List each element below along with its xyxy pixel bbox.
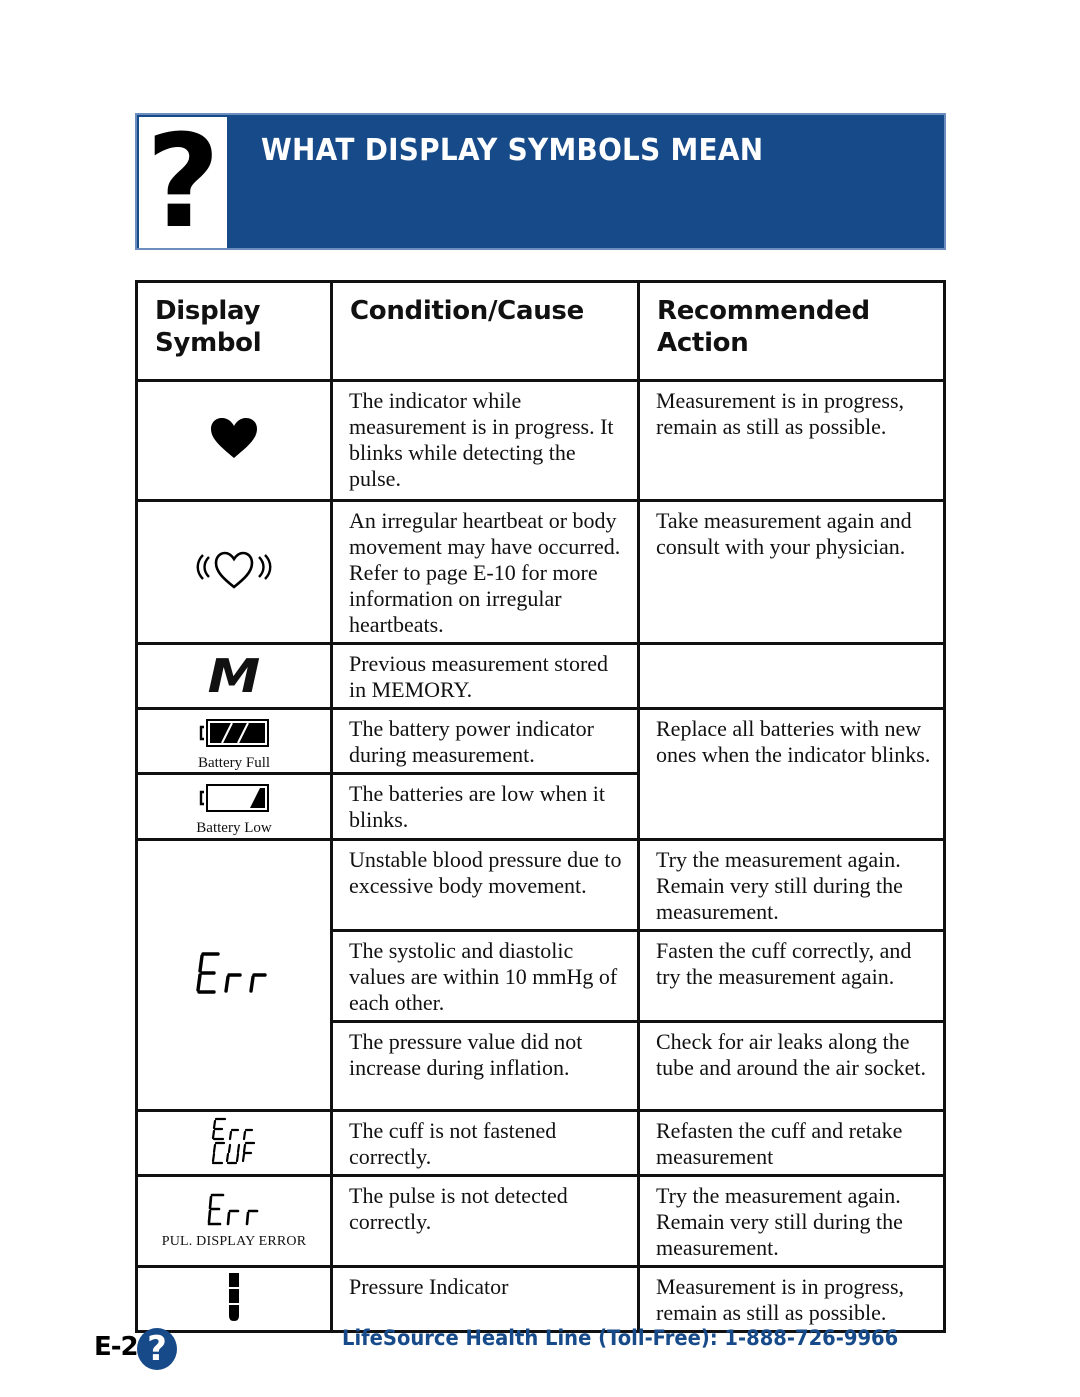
condition-cell: Unstable blood pressure due to excessive…	[330, 838, 640, 932]
action-cell: Replace all batteries with new ones when…	[637, 707, 946, 841]
memory-icon: M	[207, 649, 261, 703]
table-row: Battery Full The battery power indicator…	[135, 707, 946, 841]
condition-cell: The battery power indicator during measu…	[330, 707, 640, 775]
battery-full-label: Battery Full	[197, 754, 271, 771]
symbol-cell	[135, 499, 333, 645]
symbol-cell: PUL. DISPLAY ERROR	[135, 1174, 333, 1268]
table-row: Unstable blood pressure due to excessive…	[135, 838, 946, 1112]
symbol-cell: Battery Full	[135, 707, 333, 775]
action-cell: Try the measurement again. Remain very s…	[637, 838, 946, 932]
table-row: Pressure Indicator Measurement is in pro…	[135, 1265, 946, 1333]
condition-cell: The pulse is not detected correctly.	[330, 1174, 640, 1268]
action-cell: Fasten the cuff correctly, and try the m…	[637, 929, 946, 1023]
symbol-cell: Battery Low	[135, 772, 333, 841]
condition-cell: The pressure value did not increase duri…	[330, 1020, 640, 1112]
action-cell: Refasten the cuff and retake measurement	[637, 1109, 946, 1177]
question-mark-icon: ?	[137, 1328, 177, 1370]
battery-full-icon	[199, 718, 269, 747]
pressure-indicator-icon	[229, 1272, 239, 1321]
pul-display-error-label: PUL. DISPLAY ERROR	[161, 1233, 307, 1249]
display-symbols-table: Display Symbol Condition/Cause Recommend…	[135, 280, 946, 1333]
err-cuf-display-icon	[211, 1117, 256, 1164]
health-line-text: LifeSource Health Line (Toll-Free): 1-88…	[342, 1326, 899, 1350]
action-cell: Measurement is in progress, remain as st…	[637, 1265, 946, 1333]
irregular-heartbeat-icon	[196, 551, 272, 589]
err-display-icon	[196, 951, 267, 994]
symbol-cell: M	[135, 642, 333, 710]
table-row: An irregular heartbeat or body movement …	[135, 499, 946, 645]
action-cell: Measurement is in progress, remain as st…	[637, 379, 946, 502]
battery-low-icon	[199, 784, 269, 812]
question-mark-icon: ?	[145, 108, 221, 257]
table-row: M Previous measurement stored in MEMORY.	[135, 642, 946, 710]
condition-cell: Previous measurement stored in MEMORY.	[330, 642, 640, 710]
header-condition-cause: Condition/Cause	[330, 280, 640, 382]
action-cell: Check for air leaks along the tube and a…	[637, 1020, 946, 1112]
header-display-symbol: Display Symbol	[135, 280, 333, 382]
heart-icon	[211, 418, 257, 458]
battery-low-label: Battery Low	[196, 820, 272, 836]
table-row: The indicator while measurement is in pr…	[135, 379, 946, 502]
condition-cell: The cuff is not fastened correctly.	[330, 1109, 640, 1177]
page-number: E-2	[94, 1332, 139, 1362]
symbol-cell	[135, 379, 333, 502]
table-row: The cuff is not fastened correctly. Refa…	[135, 1109, 946, 1177]
symbol-cell	[135, 838, 333, 1112]
page-title: WHAT DISPLAY SYMBOLS MEAN	[261, 133, 764, 168]
action-cell: Take measurement again and consult with …	[637, 499, 946, 645]
condition-cell: Pressure Indicator	[330, 1265, 640, 1333]
action-cell	[637, 642, 946, 710]
action-cell: Try the measurement again. Remain very s…	[637, 1174, 946, 1268]
condition-cell: The batteries are low when it blinks.	[330, 772, 640, 841]
pulse-err-display-icon	[207, 1193, 259, 1225]
question-box: ?	[139, 117, 227, 248]
symbol-cell	[135, 1109, 333, 1177]
condition-cell: The systolic and diastolic values are wi…	[330, 929, 640, 1023]
header-recommended-action: Recommended Action	[637, 280, 946, 382]
table-header-row: Display Symbol Condition/Cause Recommend…	[135, 280, 946, 382]
title-banner: ? WHAT DISPLAY SYMBOLS MEAN	[135, 113, 946, 250]
table-row: PUL. DISPLAY ERROR The pulse is not dete…	[135, 1174, 946, 1268]
condition-cell: The indicator while measurement is in pr…	[330, 379, 640, 502]
symbol-cell	[135, 1265, 333, 1333]
condition-cell: An irregular heartbeat or body movement …	[330, 499, 640, 645]
